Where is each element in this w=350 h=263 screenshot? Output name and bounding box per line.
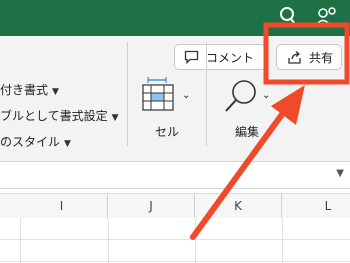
grid-line <box>0 261 350 262</box>
share-label: 共有 <box>309 50 334 65</box>
format-as-table-item[interactable]: ブルとして書式設定 ▼ <box>0 107 119 124</box>
edit-label: 編集 <box>235 125 260 139</box>
comment-button[interactable]: コメント <box>174 44 266 70</box>
grid-line <box>282 218 283 263</box>
chevron-down-icon: ▼ <box>64 139 71 149</box>
cell-styles-item[interactable]: のスタイル ▼ <box>0 133 71 150</box>
cells-button[interactable]: ⌄ <box>140 76 196 116</box>
column-header-l[interactable]: L <box>282 194 350 218</box>
column-header-row: I J K L <box>0 193 350 219</box>
grid-line <box>108 218 109 263</box>
share-button[interactable]: 共有 <box>276 44 342 70</box>
chevron-down-icon: ⌄ <box>182 90 191 101</box>
cells-icon <box>140 76 176 112</box>
share-icon <box>287 50 303 64</box>
people-icon[interactable] <box>314 0 340 30</box>
comment-icon <box>184 50 200 65</box>
edit-button[interactable]: ⌄ <box>222 78 272 118</box>
cells-label: セル <box>155 125 180 139</box>
search-icon[interactable] <box>277 0 297 30</box>
cell-grid[interactable] <box>0 218 350 263</box>
chevron-down-icon: ▼ <box>111 113 119 123</box>
column-header-i[interactable]: I <box>0 194 108 218</box>
ribbon: コメント 共有 付き書式 ▼ ブルとして書式設定 ▼ のスタイル ▼ ⌄ セル … <box>0 36 350 162</box>
column-header-j[interactable]: J <box>108 194 195 218</box>
grid-line <box>195 218 196 263</box>
grid-line <box>0 239 350 240</box>
formula-bar[interactable]: ▼ <box>0 162 350 189</box>
separator <box>127 42 128 146</box>
grid-line <box>20 218 21 263</box>
magnifier-icon <box>222 78 258 114</box>
conditional-format-item[interactable]: 付き書式 ▼ <box>0 81 59 98</box>
title-bar <box>0 0 350 36</box>
comment-label: コメント <box>206 50 255 65</box>
chevron-down-icon: ▼ <box>52 87 59 97</box>
column-header-k[interactable]: K <box>195 194 282 218</box>
chevron-down-icon[interactable]: ▼ <box>336 168 344 179</box>
chevron-down-icon: ⌄ <box>262 90 271 101</box>
separator <box>206 42 207 146</box>
